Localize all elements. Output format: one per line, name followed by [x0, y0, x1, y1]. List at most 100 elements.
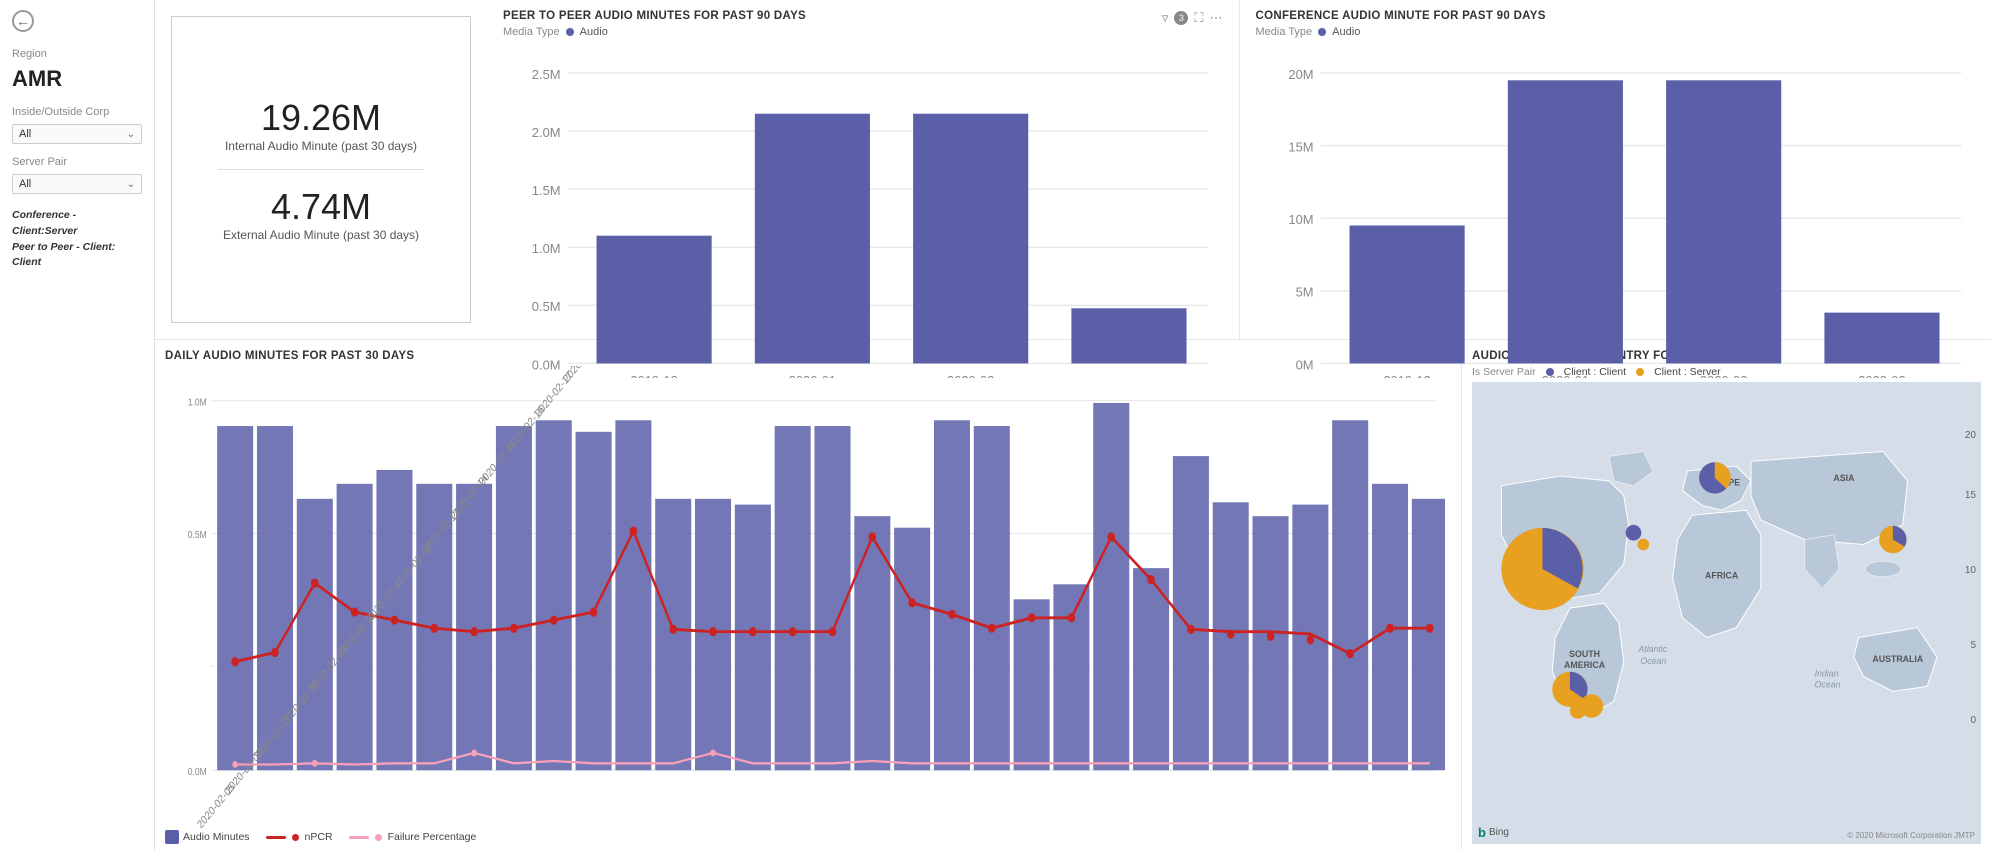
svg-text:5: 5 [1970, 640, 1976, 651]
expand-icon[interactable]: ⛶ [1194, 10, 1203, 26]
main-layout: ← Region AMR Inside/Outside Corp All ⌄ S… [0, 0, 1991, 850]
peer-chart-title: PEER TO PEER AUDIO MINUTES FOR PAST 90 D… [503, 10, 806, 22]
bubble-small2 [1637, 539, 1649, 551]
legend-audio-box [165, 830, 179, 844]
npcr-dot [1227, 629, 1235, 638]
fail-dot [312, 760, 318, 767]
fail-dot [471, 749, 477, 756]
bubble-small1 [1626, 525, 1642, 541]
npcr-dot [829, 627, 837, 636]
legend-audio-label: Audio Minutes [183, 831, 250, 843]
svg-text:0.5M: 0.5M [188, 529, 207, 541]
svg-text:Ocean: Ocean [1815, 679, 1841, 689]
svg-text:AFRICA: AFRICA [1705, 571, 1739, 581]
region-value: AMR [12, 66, 142, 92]
svg-text:0.5M: 0.5M [532, 299, 561, 314]
npcr-dot [351, 607, 359, 616]
svg-text:20M: 20M [1288, 67, 1313, 82]
legend-fail-label: Failure Percentage [388, 831, 477, 843]
filter2-value: All [19, 178, 31, 190]
npcr-dot [1307, 635, 1315, 644]
filter2-arrow: ⌄ [127, 179, 135, 190]
sidebar: ← Region AMR Inside/Outside Corp All ⌄ S… [0, 0, 155, 850]
conf-legend-text: Audio [1332, 26, 1360, 38]
map-y-axis: 20 15 10 5 0 [1956, 382, 1981, 844]
npcr-dot [550, 615, 558, 624]
external-label: External Audio Minute (past 30 days) [223, 228, 419, 242]
daily-chart-svg: 1.0M 0.5M 0.0M [165, 366, 1445, 828]
legend-npcr-label: nPCR [305, 831, 333, 843]
internal-label: Internal Audio Minute (past 30 days) [225, 139, 417, 153]
legend-fail-dot [375, 834, 382, 841]
top-row: 19.26M Internal Audio Minute (past 30 da… [155, 0, 1991, 340]
conference-chart-legend: Media Type Audio [1256, 26, 1976, 38]
svg-text:2.0M: 2.0M [532, 125, 561, 140]
back-button[interactable]: ← [12, 10, 142, 32]
svg-text:5M: 5M [1295, 285, 1313, 300]
filter1-arrow: ⌄ [127, 129, 135, 140]
filter2-dropdown[interactable]: All ⌄ [12, 174, 142, 194]
legend-npcr: nPCR [266, 831, 333, 843]
more-icon[interactable]: ⋯ [1210, 10, 1223, 26]
svg-text:0.0M: 0.0M [188, 766, 207, 778]
conference-chart-title: CONFERENCE AUDIO MINUTE FOR PAST 90 DAYS [1256, 10, 1976, 22]
npcr-dot [271, 648, 279, 657]
svg-text:2020-01: 2020-01 [1541, 373, 1589, 378]
internal-metric: 19.26M Internal Audio Minute (past 30 da… [225, 97, 417, 153]
npcr-dot [948, 610, 956, 619]
sa-bubble3 [1570, 703, 1586, 719]
map-container: Atlantic Ocean Indian Ocean NORTH AMERIC… [1472, 382, 1981, 844]
svg-text:1.0M: 1.0M [188, 397, 207, 409]
conf-bar-2020-02 [1666, 80, 1781, 363]
npcr-dot [630, 527, 638, 536]
npcr-dot [869, 532, 877, 541]
conf-legend-dot [1318, 28, 1326, 36]
fail-dot [232, 761, 238, 768]
peer-chart-svg: 2.5M 2.0M 1.5M 1.0M 0.5M 0.0M 2019-12 20… [503, 44, 1223, 378]
bar-2020-01 [755, 114, 870, 364]
content-area: 19.26M Internal Audio Minute (past 30 da… [155, 0, 1991, 850]
conf-bar-2020-03 [1824, 313, 1939, 364]
daily-chart-panel: DAILY AUDIO MINUTES FOR PAST 30 DAYS 1.0… [155, 340, 1461, 850]
svg-text:AMERICA: AMERICA [1564, 660, 1606, 670]
peer-chart-actions: ▿ 3 ⛶ ⋯ [1162, 10, 1223, 26]
legend-fail: Failure Percentage [349, 831, 477, 843]
svg-text:Ocean: Ocean [1640, 656, 1666, 666]
legend-npcr-dot [292, 834, 299, 841]
npcr-dot [669, 625, 677, 634]
bottom-row: DAILY AUDIO MINUTES FOR PAST 30 DAYS 1.0… [155, 340, 1991, 850]
note-conference: Conference - Client:Server [12, 209, 77, 237]
peer-legend-dot [566, 28, 574, 36]
conference-chart-panel: CONFERENCE AUDIO MINUTE FOR PAST 90 DAYS… [1240, 0, 1991, 339]
svg-text:Indian: Indian [1815, 669, 1839, 679]
svg-text:SOUTH: SOUTH [1569, 649, 1600, 659]
region-label: Region [12, 48, 142, 60]
npcr-dot [1346, 649, 1354, 658]
filter1-label: Inside/Outside Corp [12, 106, 142, 118]
note-p2p: Peer to Peer - Client: Client [12, 241, 115, 269]
svg-text:AUSTRALIA: AUSTRALIA [1872, 654, 1923, 664]
fail-dot [710, 749, 716, 756]
svg-text:ASIA: ASIA [1833, 473, 1855, 483]
svg-text:2.5M: 2.5M [532, 67, 561, 82]
npcr-dot [311, 579, 319, 588]
conf-bar-2020-01 [1507, 80, 1622, 363]
bing-logo: b Bing [1478, 825, 1509, 840]
svg-text:10: 10 [1965, 565, 1977, 576]
npcr-dot [1187, 625, 1195, 634]
npcr-dot [590, 607, 598, 616]
filter-icon[interactable]: ▿ [1162, 10, 1169, 26]
bing-label: Bing [1489, 827, 1509, 838]
peer-legend-label: Media Type [503, 26, 560, 38]
npcr-dot [1107, 532, 1115, 541]
filter1-dropdown[interactable]: All ⌄ [12, 124, 142, 144]
metric-divider [218, 169, 424, 170]
legend-fail-line [349, 836, 369, 839]
npcr-dot [1147, 575, 1155, 584]
svg-text:2020-03: 2020-03 [1858, 373, 1906, 378]
map-svg: Atlantic Ocean Indian Ocean NORTH AMERIC… [1472, 382, 1981, 844]
npcr-dot [1426, 624, 1434, 633]
npcr-dot [789, 627, 797, 636]
svg-text:0: 0 [1970, 715, 1976, 726]
filter2-label: Server Pair [12, 156, 142, 168]
